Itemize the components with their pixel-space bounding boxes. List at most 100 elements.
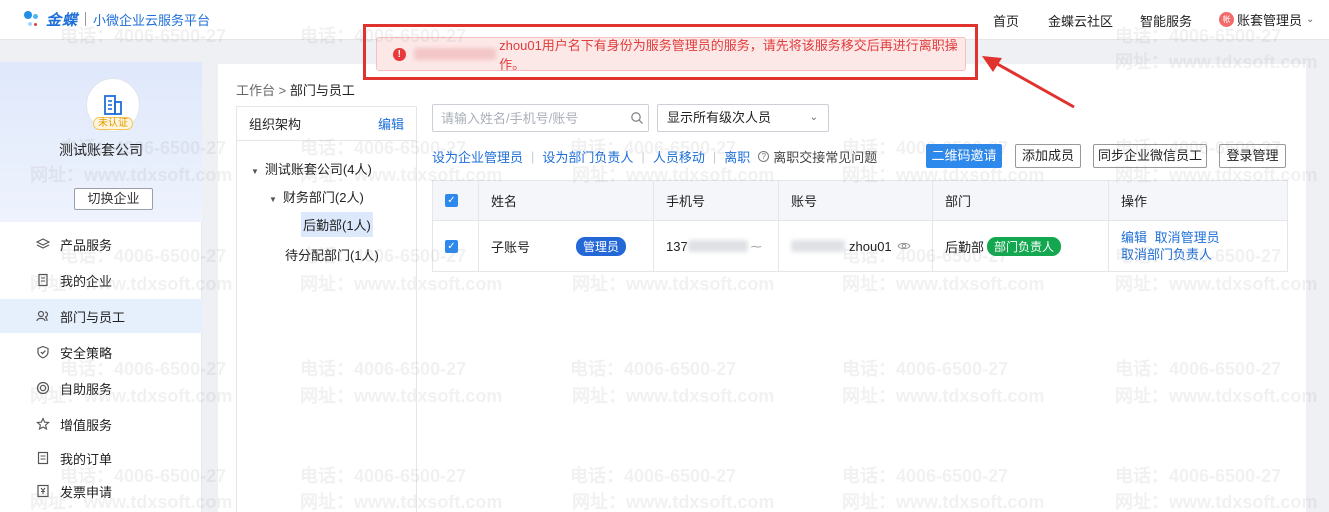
select-all-checkbox[interactable]: ✓ (445, 194, 458, 207)
link-divider: | (641, 149, 645, 164)
sidebar-item-invoice[interactable]: 发票申请 (0, 474, 202, 508)
search-input[interactable] (432, 104, 649, 132)
login-management-button[interactable]: 登录管理 (1219, 144, 1286, 168)
breadcrumb-root[interactable]: 工作台 (236, 83, 275, 98)
shield-icon (36, 345, 50, 359)
search-icon[interactable] (630, 111, 644, 125)
breadcrumb-separator: > (278, 83, 287, 98)
faq-link[interactable]: ? 离职交接常见问题 (758, 147, 877, 166)
member-phone: 137 (666, 238, 688, 254)
tree-node-label: 测试账套公司(4人) (264, 162, 372, 177)
column-header-name[interactable]: 姓名 (479, 181, 654, 220)
sidebar-item-departments[interactable]: 部门与员工 (0, 299, 202, 333)
sidebar-item-products[interactable]: 产品服务 (0, 227, 202, 261)
column-header-phone[interactable]: 手机号 (654, 181, 779, 220)
add-member-button[interactable]: 添加成员 (1015, 144, 1081, 168)
redacted-phone (687, 240, 748, 252)
brand-name: 金蝶 (46, 11, 79, 29)
sync-wechat-button[interactable]: 同步企业微信员工 (1093, 144, 1207, 168)
target-icon (36, 381, 50, 395)
verification-badge[interactable]: 未认证 (93, 117, 133, 130)
people-icon (36, 309, 50, 323)
sidebar: 未认证 测试账套公司 切换企业 产品服务 我的企业 部门与员工 安全策略 自助服… (0, 62, 202, 512)
column-header-department[interactable]: 部门 (933, 181, 1109, 220)
breadcrumb: 工作台 > 部门与员工 (236, 80, 355, 99)
logo-mark-icon (22, 9, 42, 29)
sidebar-item-label: 部门与员工 (60, 309, 126, 325)
nav-community[interactable]: 金蝶云社区 (1048, 11, 1113, 30)
link-divider: | (531, 149, 535, 164)
main-panel: 工作台 > 部门与员工 组织架构 编辑 ▼ 测试账套公司(4人) ▼ 财务部门(2人… (218, 64, 1306, 512)
tree-node-unassigned[interactable]: 待分配部门(1人) (285, 245, 379, 264)
company-name: 测试账套公司 (59, 142, 143, 158)
platform-name: 小微企业云服务平台 (93, 12, 211, 28)
level-select-value: 显示所有级次人员 (667, 110, 772, 125)
error-alert: ! zhou01用户名下有身份为服务管理员的服务，请先将该服务移交后再进行离职操… (376, 37, 966, 72)
move-member-link[interactable]: 人员移动 (653, 147, 705, 166)
set-admin-link[interactable]: 设为企业管理员 (432, 147, 523, 166)
switch-company-button[interactable]: 切换企业 (74, 188, 153, 210)
row-checkbox[interactable]: ✓ (445, 239, 458, 253)
edit-link[interactable]: 编辑 (1121, 230, 1147, 245)
sidebar-item-orders[interactable]: 我的订单 (0, 441, 202, 475)
sidebar-item-label: 我的企业 (60, 273, 113, 289)
column-header-actions: 操作 (1121, 194, 1148, 209)
eye-icon[interactable] (897, 241, 911, 251)
user-menu[interactable]: 帐 账套管理员 ⌄ (1219, 10, 1314, 29)
caret-down-icon[interactable]: ▼ (269, 195, 277, 204)
nav-home[interactable]: 首页 (993, 11, 1019, 30)
org-structure-panel: 组织架构 编辑 ▼ 测试账套公司(4人) ▼ 财务部门(2人) 后勤部(1人) 待分… (236, 106, 417, 512)
document-icon (36, 451, 50, 465)
tree-node-label: 待分配部门(1人) (285, 248, 379, 263)
org-panel-title: 组织架构 (249, 117, 302, 132)
cancel-admin-link[interactable]: 取消管理员 (1155, 230, 1220, 245)
account-cell: zhou01 (779, 221, 933, 271)
cancel-dept-head-link[interactable]: 取消部门负责人 (1121, 246, 1220, 263)
caret-down-icon[interactable]: ▼ (251, 167, 259, 176)
qr-invite-button[interactable]: 二维码邀请 (926, 144, 1002, 168)
tree-node-logistics[interactable]: 后勤部(1人) (301, 212, 373, 237)
eye-closed-icon[interactable]: ⁓ (751, 240, 762, 253)
sidebar-item-security[interactable]: 安全策略 (0, 335, 202, 369)
sidebar-item-label: 增值服务 (60, 417, 113, 433)
breadcrumb-current: 部门与员工 (289, 83, 355, 98)
member-name: 子账号 (491, 239, 531, 255)
set-dept-head-link[interactable]: 设为部门负责人 (542, 147, 633, 166)
sidebar-item-my-company[interactable]: 我的企业 (0, 263, 202, 297)
tree-node-root[interactable]: ▼ 测试账套公司(4人) (251, 159, 372, 178)
error-icon: ! (393, 47, 406, 61)
brand-logo[interactable]: 金蝶 小微企业云服务平台 (22, 8, 210, 30)
bulk-action-links: 设为企业管理员 | 设为部门负责人 | 人员移动 | 离职 ? 离职交接常见问题 (432, 147, 877, 166)
actions-cell: 编辑 取消管理员 取消部门负责人 (1109, 221, 1289, 271)
user-name: 账套管理员 (1237, 13, 1303, 28)
nav-smart-service[interactable]: 智能服务 (1140, 11, 1192, 30)
chevron-down-icon: ⌄ (809, 112, 818, 123)
column-header-account[interactable]: 账号 (779, 181, 933, 220)
org-edit-link[interactable]: 编辑 (378, 114, 404, 133)
annotation-arrow (982, 56, 1075, 109)
redacted-username (413, 48, 497, 60)
org-panel-header: 组织架构 编辑 (237, 107, 416, 141)
building-icon (36, 273, 50, 287)
sidebar-item-label: 安全策略 (60, 345, 113, 361)
resign-link[interactable]: 离职 (724, 147, 750, 166)
dept-head-badge: 部门负责人 (987, 236, 1062, 256)
sidebar-item-label: 自助服务 (60, 381, 113, 397)
question-icon: ? (758, 151, 770, 162)
table-header: ✓ 姓名 手机号 账号 部门 操作 (432, 180, 1288, 221)
star-icon (36, 417, 50, 431)
sidebar-item-label: 产品服务 (60, 237, 113, 253)
tree-node-finance[interactable]: ▼ 财务部门(2人) (269, 187, 364, 206)
tree-node-label: 后勤部(1人) (303, 218, 371, 233)
table-row: ✓ 子账号 管理员 137 ⁓ zhou01 后勤部 部门负责人 编辑 取消管理… (432, 221, 1288, 272)
level-select[interactable]: 显示所有级次人员 ⌄ (657, 104, 829, 132)
avatar: 帐 (1219, 12, 1234, 27)
department-cell: 后勤部 部门负责人 (933, 221, 1109, 271)
layers-icon (36, 237, 50, 251)
sidebar-item-self-service[interactable]: 自助服务 (0, 371, 202, 405)
sidebar-item-value-added[interactable]: 增值服务 (0, 407, 202, 441)
invoice-icon (36, 484, 50, 498)
member-department: 后勤部 (945, 239, 985, 255)
faq-label: 离职交接常见问题 (773, 150, 878, 165)
member-account: zhou01 (849, 238, 892, 254)
